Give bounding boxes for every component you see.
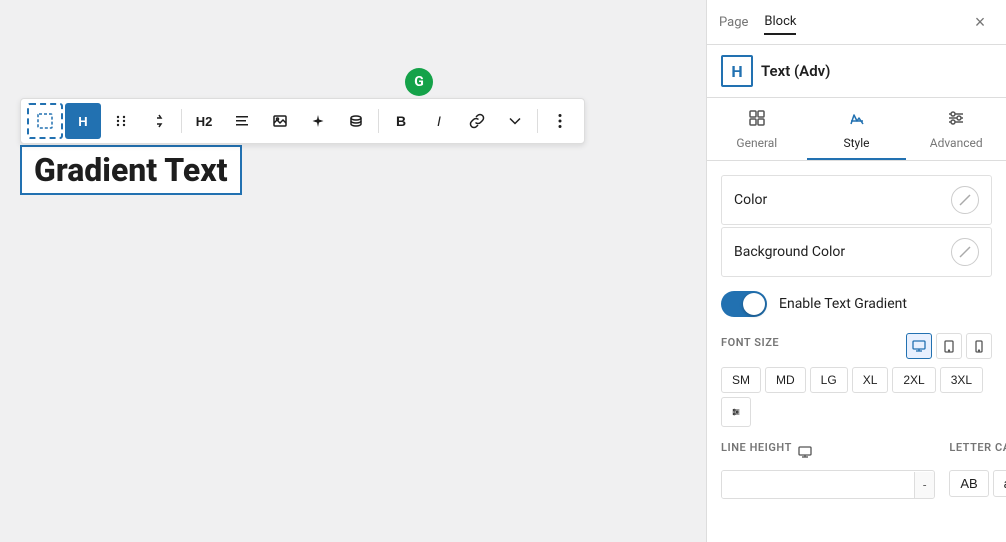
separator-3	[537, 109, 538, 133]
case-lower-button[interactable]: ab	[993, 470, 1006, 497]
size-custom-button[interactable]	[721, 397, 751, 427]
advanced-icon	[946, 108, 966, 132]
size-xl-button[interactable]: XL	[852, 367, 889, 393]
db-button[interactable]	[338, 103, 374, 139]
close-panel-button[interactable]: ×	[966, 8, 994, 36]
line-height-section: LINE HEIGHT -	[721, 441, 935, 499]
tab-advanced[interactable]: Advanced	[906, 98, 1006, 160]
drag-handle-button[interactable]	[103, 103, 139, 139]
background-color-row[interactable]: Background Color	[721, 227, 992, 277]
toggle-label: Enable Text Gradient	[779, 296, 907, 312]
dots-icon	[558, 113, 562, 129]
sparkle-button[interactable]	[300, 103, 336, 139]
size-sm-button[interactable]: SM	[721, 367, 761, 393]
tab-page[interactable]: Page	[719, 11, 748, 34]
color-row[interactable]: Color	[721, 175, 992, 225]
enable-gradient-toggle[interactable]	[721, 291, 767, 317]
block-h-icon: H	[721, 55, 753, 87]
sliders-icon	[732, 405, 740, 419]
desktop-icon-button[interactable]	[906, 333, 932, 359]
right-panel: Page Block × H Text (Adv) General	[706, 0, 1006, 542]
move-icon	[151, 113, 167, 129]
general-icon	[747, 108, 767, 132]
italic-button[interactable]: I	[421, 103, 457, 139]
line-height-input[interactable]	[722, 471, 914, 498]
case-buttons-group: AB ab Ab -	[949, 470, 1006, 497]
line-height-device-icon	[798, 446, 812, 458]
image-button[interactable]	[262, 103, 298, 139]
chevron-down-icon	[508, 114, 522, 128]
db-icon	[348, 113, 364, 129]
block-h-button[interactable]: H	[65, 103, 101, 139]
canvas-area: G H H2	[0, 0, 706, 542]
tablet-icon-button[interactable]	[936, 333, 962, 359]
move-button[interactable]	[141, 103, 177, 139]
toggle-row: Enable Text Gradient	[721, 291, 992, 317]
tab-block[interactable]: Block	[764, 10, 796, 35]
select-icon	[36, 112, 54, 130]
case-upper-button[interactable]: AB	[949, 470, 988, 497]
font-size-header: FONT SIZE	[721, 333, 992, 359]
letter-case-label-row: LETTER CASE	[949, 441, 1006, 462]
tab-style[interactable]: Style	[807, 98, 907, 160]
selected-block[interactable]: Gradient Text	[20, 145, 242, 195]
more-button[interactable]	[497, 103, 533, 139]
style-icon	[847, 108, 867, 132]
tab-general[interactable]: General	[707, 98, 807, 160]
line-height-label-row: LINE HEIGHT	[721, 441, 935, 462]
panel-header: Page Block ×	[707, 0, 1006, 45]
drag-icon	[113, 113, 129, 129]
select-mode-button[interactable]	[27, 103, 63, 139]
size-2xl-button[interactable]: 2XL	[892, 367, 935, 393]
panel-content: Color Background Color Enable Text Gradi…	[707, 161, 1006, 542]
size-lg-button[interactable]: LG	[810, 367, 848, 393]
bg-color-label: Background Color	[734, 244, 845, 260]
bg-color-picker-icon[interactable]	[951, 238, 979, 266]
panel-top-tabs: Page Block	[719, 10, 796, 35]
color-label: Color	[734, 192, 767, 208]
link-button[interactable]	[459, 103, 495, 139]
letter-case-label: LETTER CASE	[949, 441, 1006, 454]
tablet-icon	[944, 340, 954, 353]
block-content-wrapper: Gradient Text	[20, 145, 686, 195]
color-picker-icon[interactable]	[951, 186, 979, 214]
heading-level-button[interactable]: H2	[186, 103, 222, 139]
align-button[interactable]	[224, 103, 260, 139]
gradient-text-heading: Gradient Text	[34, 151, 228, 189]
size-3xl-button[interactable]: 3XL	[940, 367, 983, 393]
letter-case-section: LETTER CASE AB ab Ab -	[949, 441, 1006, 499]
grammarly-icon: G	[405, 68, 433, 96]
separator-1	[181, 109, 182, 133]
size-buttons-group: SM MD LG XL 2XL 3XL	[721, 367, 992, 427]
nav-tabs: General Style Advanced	[707, 98, 1006, 161]
line-height-input-row: -	[721, 470, 935, 499]
block-toolbar: H H2	[20, 98, 585, 144]
device-icons-group	[906, 333, 992, 359]
separator-2	[378, 109, 379, 133]
bold-button[interactable]: B	[383, 103, 419, 139]
font-size-label: FONT SIZE	[721, 336, 779, 349]
line-height-label: LINE HEIGHT	[721, 441, 792, 454]
sparkle-icon	[310, 113, 326, 129]
mobile-icon-button[interactable]	[966, 333, 992, 359]
align-icon	[234, 113, 250, 129]
block-title: Text (Adv)	[761, 62, 830, 80]
link-icon	[469, 113, 485, 129]
line-height-letter-case-section: LINE HEIGHT - LETTER CASE AB ab	[721, 441, 992, 499]
image-icon	[272, 113, 288, 129]
options-button[interactable]	[542, 103, 578, 139]
block-title-bar: H Text (Adv)	[707, 45, 1006, 98]
mobile-icon	[975, 340, 983, 353]
size-md-button[interactable]: MD	[765, 367, 806, 393]
desktop-icon	[912, 340, 926, 352]
line-height-unit: -	[914, 472, 934, 498]
